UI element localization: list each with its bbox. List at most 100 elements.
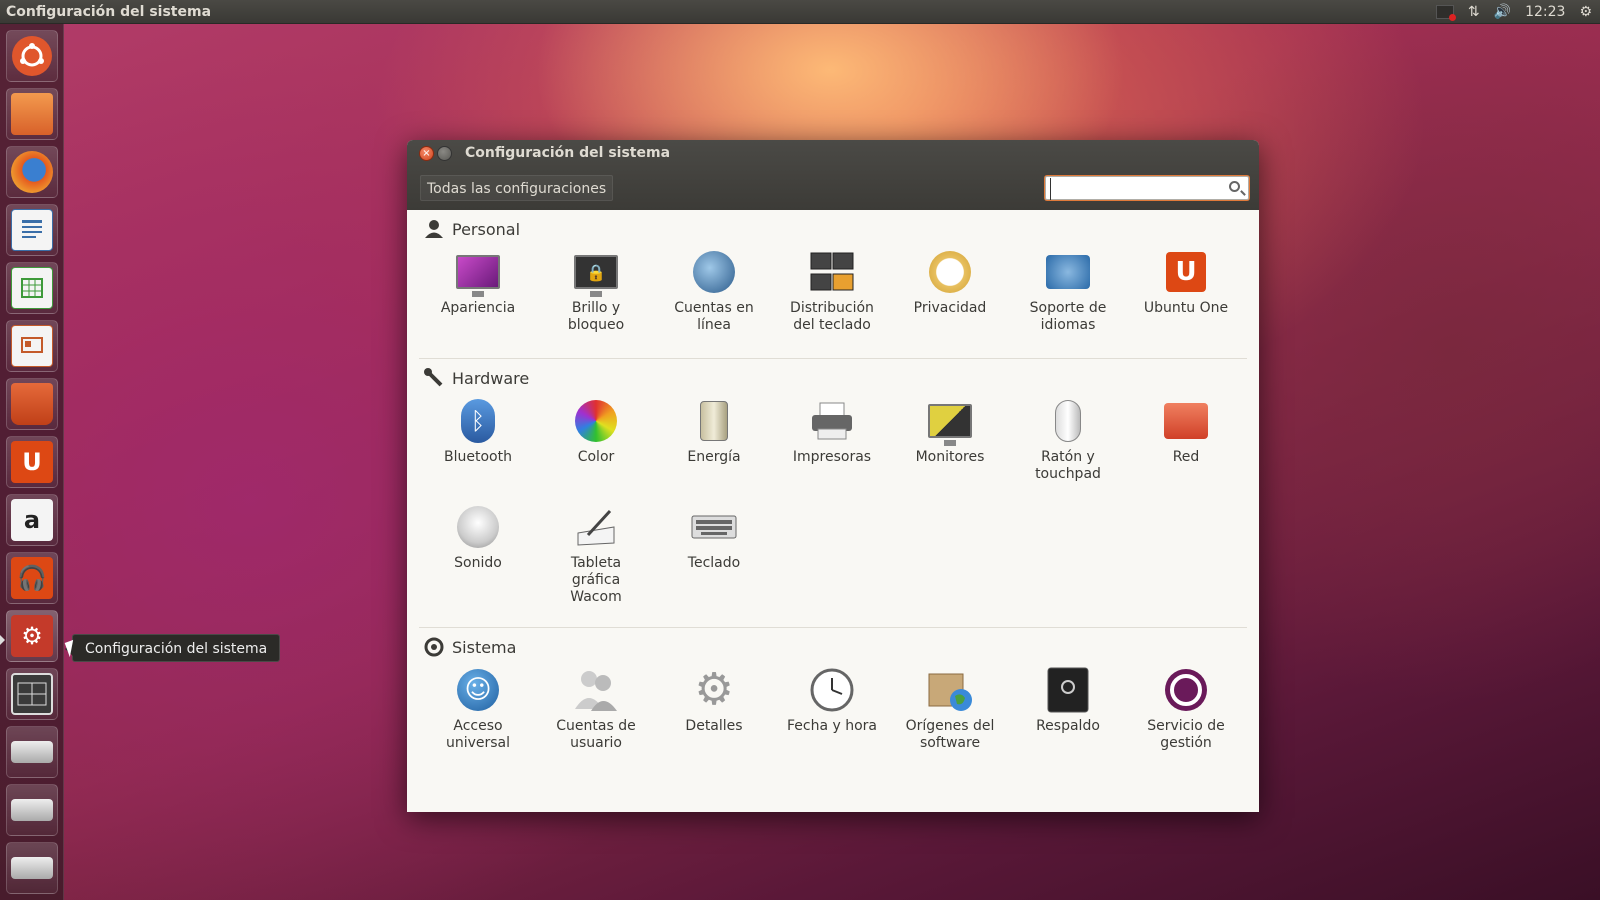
shopping-bag-icon — [11, 383, 53, 425]
sound-indicator-icon[interactable]: 🔊 — [1494, 4, 1511, 20]
setting-label: Teclado — [687, 555, 741, 571]
calc-spreadsheet-icon — [11, 267, 53, 309]
launcher-drive-3[interactable] — [6, 842, 58, 894]
launcher-impress[interactable] — [6, 320, 58, 372]
launcher-files[interactable] — [6, 88, 58, 140]
section-header-system: Sistema — [419, 628, 1247, 666]
launcher-tooltip: Configuración del sistema — [64, 634, 281, 662]
section-system: Sistema ☺ Acceso universal Cuentas de us… — [419, 628, 1247, 772]
language-flag-icon — [1044, 248, 1092, 296]
folder-icon — [11, 93, 53, 135]
search-input[interactable] — [1050, 177, 1220, 200]
setting-ubuntu-one[interactable]: U Ubuntu One — [1127, 248, 1245, 354]
setting-bluetooth[interactable]: ᛒ Bluetooth — [419, 397, 537, 503]
ubuntu-one-icon: U — [1162, 248, 1210, 296]
launcher-software-center[interactable] — [6, 378, 58, 430]
setting-network[interactable]: Red — [1127, 397, 1245, 503]
setting-backup[interactable]: Respaldo — [1009, 666, 1127, 772]
setting-mouse-touchpad[interactable]: Ratón y touchpad — [1009, 397, 1127, 503]
launcher-system-settings[interactable]: ⚙ — [6, 610, 58, 662]
close-button[interactable]: × — [419, 146, 434, 161]
speaker-icon — [454, 503, 502, 551]
launcher-drive-2[interactable] — [6, 784, 58, 836]
accessibility-icon: ☺ — [454, 666, 502, 714]
network-indicator-icon[interactable]: ⇅ — [1468, 4, 1480, 20]
setting-language-support[interactable]: Soporte de idiomas — [1009, 248, 1127, 354]
setting-label: Color — [577, 449, 615, 465]
launcher-drive-1[interactable] — [6, 726, 58, 778]
setting-privacy[interactable]: Privacidad — [891, 248, 1009, 354]
launcher-writer[interactable] — [6, 204, 58, 256]
bluetooth-icon: ᛒ — [454, 397, 502, 445]
launcher-dash-button[interactable] — [6, 30, 58, 82]
setting-date-time[interactable]: Fecha y hora — [773, 666, 891, 772]
messaging-indicator-icon[interactable] — [1435, 4, 1456, 21]
setting-label: Ratón y touchpad — [1035, 449, 1101, 482]
firefox-icon — [11, 151, 53, 193]
setting-sound[interactable]: Sonido — [419, 503, 537, 609]
search-icon[interactable] — [1229, 181, 1240, 192]
indicator-area: ⇅ 🔊 12:23 ⚙ — [1435, 4, 1600, 21]
clock-icon — [808, 666, 856, 714]
launcher-ubuntu-one[interactable]: U — [6, 436, 58, 488]
ubuntu-one-icon: U — [11, 441, 53, 483]
launcher-ubuntu-one-music[interactable]: 🎧 — [6, 552, 58, 604]
setting-label: Sonido — [454, 555, 502, 571]
details-gear-icon: ⚙ — [694, 664, 734, 715]
setting-label: Detalles — [685, 718, 743, 734]
system-gear-icon — [424, 637, 444, 657]
launcher-firefox[interactable] — [6, 146, 58, 198]
setting-brightness-lock[interactable]: 🔒 Brillo y bloqueo — [537, 248, 655, 354]
clock[interactable]: 12:23 — [1525, 4, 1565, 20]
setting-online-accounts[interactable]: Cuentas en línea — [655, 248, 773, 354]
launcher-amazon[interactable]: a — [6, 494, 58, 546]
color-wheel-icon — [572, 397, 620, 445]
setting-label: Monitores — [915, 449, 985, 465]
setting-label: Apariencia — [440, 300, 516, 316]
setting-label: Soporte de idiomas — [1029, 300, 1107, 333]
launcher: U a 🎧 ⚙ — [0, 24, 64, 900]
setting-universal-access[interactable]: ☺ Acceso universal — [419, 666, 537, 772]
setting-label: Privacidad — [913, 300, 987, 316]
setting-color[interactable]: Color — [537, 397, 655, 503]
hard-drive-icon — [11, 857, 53, 879]
setting-keyboard-layout[interactable]: Distribución del teclado — [773, 248, 891, 354]
top-panel: Configuración del sistema ⇅ 🔊 12:23 ⚙ — [0, 0, 1600, 24]
minimize-button[interactable] — [437, 146, 452, 161]
launcher-workspace-switcher[interactable] — [6, 668, 58, 720]
setting-management-service[interactable]: Servicio de gestión — [1127, 666, 1245, 772]
section-label: Hardware — [452, 368, 530, 388]
users-icon — [572, 666, 620, 714]
setting-label: Servicio de gestión — [1147, 718, 1225, 751]
ubuntu-logo-icon — [12, 36, 52, 76]
session-gear-icon[interactable]: ⚙ — [1579, 4, 1592, 20]
setting-label: Fecha y hora — [786, 718, 877, 734]
all-settings-button[interactable]: Todas las configuraciones — [420, 175, 614, 201]
setting-label: Tableta gráfica Wacom — [570, 555, 622, 605]
appearance-monitor-icon — [454, 248, 502, 297]
landscape-ring-icon — [1162, 666, 1210, 714]
online-accounts-globe-icon — [690, 248, 738, 296]
setting-user-accounts[interactable]: Cuentas de usuario — [537, 666, 655, 772]
privacy-clock-icon — [926, 248, 974, 296]
launcher-calc[interactable] — [6, 262, 58, 314]
person-icon — [424, 219, 444, 239]
setting-displays[interactable]: Monitores — [891, 397, 1009, 503]
setting-details[interactable]: ⚙ Detalles — [655, 666, 773, 772]
setting-keyboard[interactable]: Teclado — [655, 503, 773, 609]
setting-label: Cuentas de usuario — [556, 718, 636, 751]
setting-label: Acceso universal — [445, 718, 511, 751]
setting-wacom-tablet[interactable]: Tableta gráfica Wacom — [537, 503, 655, 609]
setting-power[interactable]: Energía — [655, 397, 773, 503]
setting-label: Red — [1172, 449, 1200, 465]
setting-label: Brillo y bloqueo — [567, 300, 625, 333]
window-titlebar[interactable]: × Configuración del sistema Todas las co… — [407, 140, 1259, 210]
keyboard-layout-icon — [808, 248, 856, 296]
setting-label: Ubuntu One — [1143, 300, 1229, 316]
setting-appearance[interactable]: Apariencia — [419, 248, 537, 354]
setting-printers[interactable]: Impresoras — [773, 397, 891, 503]
setting-software-sources[interactable]: Orígenes del software — [891, 666, 1009, 772]
workspace-icon — [11, 673, 53, 715]
monitor-icon — [926, 397, 974, 446]
search-box[interactable] — [1045, 176, 1249, 200]
